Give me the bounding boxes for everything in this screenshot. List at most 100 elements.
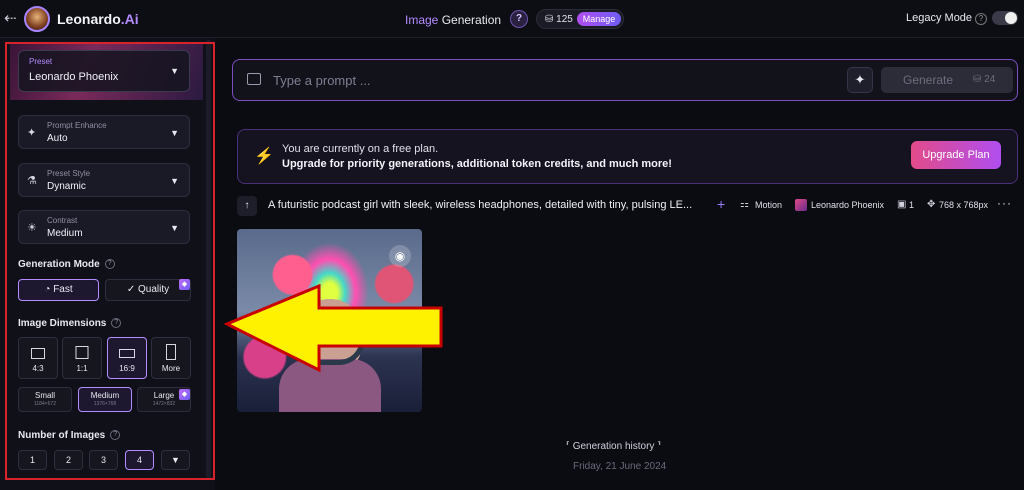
help-icon[interactable]: ? bbox=[111, 318, 122, 329]
free-plan-banner: ⚡ You are currently on a free plan. Upgr… bbox=[237, 129, 1018, 184]
prompt-enhance-value: Auto bbox=[47, 133, 68, 144]
number-of-images-title-text: Number of Images bbox=[18, 430, 106, 441]
quality-mode-label: Quality bbox=[138, 284, 170, 295]
images-count-1-button[interactable]: 1 bbox=[18, 450, 47, 470]
speedometer-icon: ◔ bbox=[44, 284, 54, 295]
prompt-input[interactable] bbox=[273, 71, 813, 89]
chevron-down-icon: ▼ bbox=[170, 176, 179, 186]
images-count-4-button[interactable]: 4 bbox=[125, 450, 154, 470]
motion-button[interactable]: Motion bbox=[755, 200, 782, 210]
page-title-rest: Generation bbox=[438, 13, 502, 27]
size-medium-button[interactable]: Medium 1376×768 bbox=[78, 387, 132, 412]
fast-mode-label: Fast bbox=[53, 284, 73, 295]
image-dimensions: 768 x 768px bbox=[939, 200, 989, 210]
premium-gem-icon: ◆ bbox=[179, 279, 190, 290]
ratio-label: 4:3 bbox=[32, 364, 44, 373]
ratio-1-1-button[interactable]: 1:1 bbox=[62, 337, 102, 379]
dimensions-icon: ✥ bbox=[927, 199, 936, 210]
eye-icon[interactable]: ◉ bbox=[389, 245, 411, 267]
prompt-enhance-label: Prompt Enhance bbox=[47, 121, 107, 130]
generation-header: ↑ A futuristic podcast girl with sleek, … bbox=[237, 196, 1018, 216]
image-count: 1 bbox=[909, 200, 915, 210]
ratio-4-3-button[interactable]: 4:3 bbox=[18, 337, 58, 379]
plus-icon[interactable]: + bbox=[717, 196, 725, 212]
banner-line-1: You are currently on a free plan. bbox=[282, 143, 439, 155]
generation-mode-title: Generation Mode? bbox=[18, 259, 115, 270]
chevron-down-icon: ▼ bbox=[170, 223, 179, 233]
images-count-3-button[interactable]: 3 bbox=[89, 450, 118, 470]
arrow-up-icon: ↑ bbox=[244, 200, 250, 211]
contrast-label: Contrast bbox=[47, 216, 78, 225]
fast-mode-button[interactable]: ◔ Fast bbox=[18, 279, 99, 301]
preset-style-label: Preset Style bbox=[47, 169, 91, 178]
prompt-bar: ✦ Generate ⛁ 24 bbox=[232, 59, 1018, 101]
upgrade-plan-button[interactable]: Upgrade Plan bbox=[911, 141, 1001, 169]
token-count: ⛁ 125 bbox=[545, 14, 573, 25]
generation-mode-title-text: Generation Mode bbox=[18, 259, 100, 270]
annotation-arrow-shape bbox=[223, 284, 443, 373]
preset-select[interactable]: Preset Leonardo Phoenix ▼ bbox=[18, 50, 190, 92]
ratio-more-button[interactable]: More bbox=[151, 337, 191, 379]
images-icon: ▣ bbox=[897, 199, 907, 210]
ratio-shape-icon bbox=[166, 344, 176, 360]
generation-history-label: ⸢ Generation history ⸣ bbox=[566, 441, 662, 452]
preset-style-select[interactable]: ⚗ Preset Style Dynamic ▼ bbox=[18, 163, 190, 197]
history-date: Friday, 21 June 2024 bbox=[573, 461, 667, 472]
size-pixels: 1376×768 bbox=[93, 401, 117, 407]
page-title: Image Generation bbox=[405, 13, 501, 27]
ratio-16-9-button[interactable]: 16:9 bbox=[107, 337, 147, 379]
toggle-knob bbox=[1005, 12, 1017, 24]
ratio-shape-icon bbox=[31, 348, 45, 359]
generate-cost: ⛁ 24 bbox=[973, 74, 996, 85]
image-dimensions-title: Image Dimensions? bbox=[18, 318, 122, 329]
legacy-help-icon[interactable]: ? bbox=[975, 13, 987, 25]
sidebar-scrollbar[interactable] bbox=[206, 40, 211, 480]
size-pixels: 1472×832 bbox=[152, 401, 176, 407]
preset-label: Preset bbox=[29, 57, 53, 66]
top-bar: ⇠ Leonardo.Ai Image Generation ? ⛁ 125 M… bbox=[0, 0, 1024, 38]
ratio-shape-icon bbox=[119, 349, 135, 358]
images-count-2-button[interactable]: 2 bbox=[54, 450, 83, 470]
premium-gem-icon: ◆ bbox=[179, 389, 190, 400]
help-icon[interactable]: ? bbox=[104, 259, 115, 270]
page-title-accent: Image bbox=[405, 13, 439, 27]
leonardo-logo[interactable] bbox=[24, 6, 50, 32]
reuse-prompt-button[interactable]: ↑ bbox=[237, 196, 257, 216]
token-balance: ⛁ 125 Manage bbox=[536, 9, 624, 29]
manage-button[interactable]: Manage bbox=[577, 12, 621, 26]
token-count-value: 125 bbox=[556, 14, 573, 25]
ratio-label: 1:1 bbox=[76, 364, 88, 373]
image-dimensions-title-text: Image Dimensions bbox=[18, 318, 107, 329]
model-name: Leonardo Phoenix bbox=[811, 200, 885, 210]
legacy-mode-toggle[interactable] bbox=[992, 11, 1018, 25]
preset-value: Leonardo Phoenix bbox=[29, 71, 119, 83]
chevron-down-icon: ▼ bbox=[170, 128, 179, 138]
ratio-label: More bbox=[161, 364, 181, 373]
sparkles-icon: ✦ bbox=[854, 72, 866, 87]
image-upload-icon[interactable] bbox=[247, 73, 261, 85]
help-icon[interactable]: ? bbox=[110, 430, 121, 441]
size-pixels: 1184×672 bbox=[33, 401, 56, 407]
generate-cost-value: 24 bbox=[984, 74, 996, 85]
size-small-button[interactable]: Small 1184×672 bbox=[18, 387, 72, 412]
flask-icon: ⚗ bbox=[27, 175, 37, 187]
more-options-icon[interactable]: ··· bbox=[997, 196, 1012, 210]
generate-label: Generate bbox=[903, 73, 954, 87]
ratio-shape-icon bbox=[75, 346, 89, 359]
generate-button[interactable]: Generate ⛁ 24 bbox=[881, 67, 1013, 93]
contrast-select[interactable]: ☀ Contrast Medium ▼ bbox=[18, 210, 190, 244]
sparkles-icon: ✦ bbox=[27, 127, 37, 139]
size-name: Small bbox=[34, 391, 55, 400]
size-name: Medium bbox=[90, 391, 120, 400]
chevron-down-icon: ▼ bbox=[170, 66, 179, 76]
back-arrow-icon[interactable]: ⇠ bbox=[4, 9, 17, 27]
help-icon[interactable]: ? bbox=[510, 10, 528, 28]
contrast-value: Medium bbox=[47, 228, 83, 239]
preset-style-value: Dynamic bbox=[47, 181, 86, 192]
prompt-enhance-select[interactable]: ✦ Prompt Enhance Auto ▼ bbox=[18, 115, 190, 149]
images-count-more-button[interactable]: ▼ bbox=[161, 450, 190, 470]
generation-history-title: Generation history bbox=[572, 441, 655, 452]
prompt-magic-button[interactable]: ✦ bbox=[847, 67, 873, 93]
model-thumbnail bbox=[795, 199, 807, 211]
lightning-icon: ⚡ bbox=[254, 148, 274, 165]
